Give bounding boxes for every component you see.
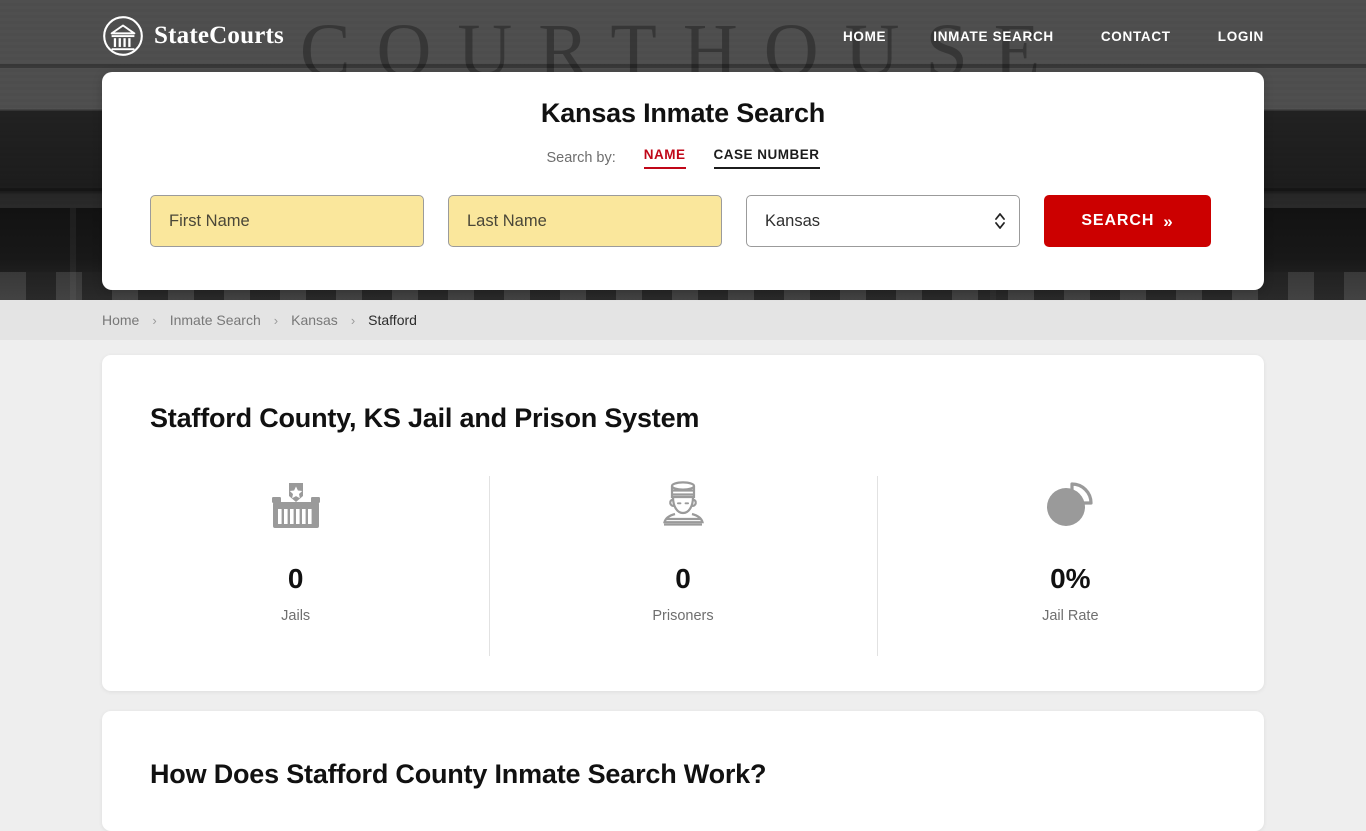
search-card-title: Kansas Inmate Search (540, 98, 826, 128)
breadcrumb-bar: Home › Inmate Search › Kansas › Stafford (0, 300, 1366, 340)
inmate-search-card: Kansas Inmate Search Search by: NAME CAS… (102, 72, 1264, 290)
courthouse-circle-icon (102, 15, 144, 57)
search-button-label: SEARCH (1081, 212, 1155, 229)
chevron-right-icon: › (273, 312, 279, 328)
stat-jails: 0 Jails (102, 473, 489, 624)
breadcrumb-item-stafford: Stafford (368, 312, 417, 328)
brand-logo-link[interactable]: StateCourts (102, 15, 284, 57)
nav-item-contact[interactable]: CONTACT (1101, 29, 1171, 44)
tab-search-by-name[interactable]: NAME (643, 147, 686, 169)
breadcrumb-item-kansas[interactable]: Kansas (291, 312, 338, 328)
stat-prisoners-value: 0 (675, 563, 691, 594)
stat-jail-rate-label: Jail Rate (1042, 608, 1099, 624)
state-select[interactable]: Kansas (746, 195, 1020, 247)
double-chevron-right-icon: » (1163, 211, 1174, 231)
chevron-updown-icon (995, 213, 1005, 229)
pie-chart-icon (887, 473, 1254, 537)
breadcrumb-item-inmate-search[interactable]: Inmate Search (170, 312, 261, 328)
tab-search-by-case-number[interactable]: CASE NUMBER (713, 147, 820, 169)
nav-item-inmate-search[interactable]: INMATE SEARCH (933, 29, 1054, 44)
stat-prisoners-label: Prisoners (652, 608, 714, 624)
nav-item-login[interactable]: LOGIN (1218, 29, 1264, 44)
prisoner-icon (499, 473, 866, 537)
section-heading: How Does Stafford County Inmate Search W… (150, 759, 767, 789)
stat-jail-rate-value: 0% (1050, 563, 1091, 594)
primary-navigation: HOME INMATE SEARCH CONTACT LOGIN (843, 29, 1264, 44)
county-overview-card: Stafford County, KS Jail and Prison Syst… (102, 355, 1264, 691)
brand-name: StateCourts (154, 22, 284, 49)
stat-prisoners: 0 Prisoners (489, 473, 876, 656)
search-button[interactable]: SEARCH » (1044, 195, 1211, 247)
page-title: Stafford County, KS Jail and Prison Syst… (150, 403, 700, 433)
jail-building-icon (112, 473, 479, 537)
inmate-search-info-card: How Does Stafford County Inmate Search W… (102, 711, 1264, 831)
search-by-label: Search by: (546, 150, 616, 166)
state-select-value: Kansas (765, 211, 821, 230)
stat-jails-label: Jails (281, 608, 311, 624)
search-form: Kansas SEARCH » (102, 195, 1264, 247)
stat-jails-value: 0 (287, 563, 304, 594)
last-name-input[interactable] (448, 195, 722, 247)
stat-jail-rate: 0% Jail Rate (876, 473, 1264, 656)
nav-item-home[interactable]: HOME (843, 29, 886, 44)
breadcrumb-item-home[interactable]: Home (102, 312, 139, 328)
first-name-input[interactable] (150, 195, 424, 247)
chevron-right-icon: › (350, 312, 356, 328)
search-by-row: Search by: NAME CASE NUMBER (102, 147, 1264, 169)
chevron-right-icon: › (152, 312, 157, 328)
breadcrumb: Home › Inmate Search › Kansas › Stafford (102, 312, 417, 328)
stats-row: 0 Jails 0 Prisoners 0% Jail Rate (102, 473, 1264, 656)
site-header: StateCourts HOME INMATE SEARCH CONTACT L… (0, 0, 1366, 72)
